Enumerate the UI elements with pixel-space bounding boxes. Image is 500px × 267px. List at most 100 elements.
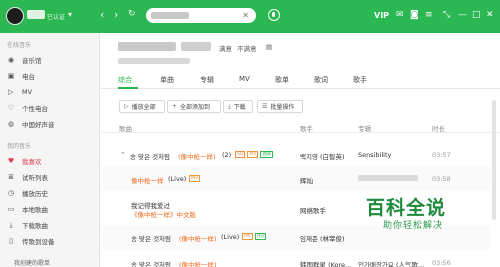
album-name[interactable]: Sensibility bbox=[358, 151, 391, 159]
close-icon[interactable]: ✕ bbox=[486, 10, 494, 20]
tab-albums[interactable]: 专辑 bbox=[200, 75, 214, 85]
active-tab-indicator bbox=[118, 87, 138, 89]
tab-overview[interactable]: 综合 bbox=[118, 75, 132, 85]
batch-operation-button[interactable]: ☰ 批量操作 bbox=[257, 100, 303, 113]
sidebar-item-label: 试听列表 bbox=[22, 173, 48, 182]
sidebar-item-mv[interactable]: ▷ MV bbox=[7, 86, 32, 97]
table-header: 歌曲 歌手 专辑 时长 bbox=[101, 119, 500, 133]
add-all-button[interactable]: + 全部添加到 bbox=[167, 100, 221, 113]
radio-icon: ▣ bbox=[7, 71, 15, 80]
voice-icon: ◍ bbox=[7, 119, 15, 128]
forward-icon[interactable]: › bbox=[114, 9, 118, 20]
result-tabs: 综合 单曲 专辑 MV 歌单 歌词 歌手 bbox=[101, 71, 500, 89]
clear-icon[interactable]: ✕ bbox=[242, 11, 249, 20]
play-all-button[interactable]: ▷ 播放全部 bbox=[119, 100, 165, 113]
verified-badge: 已认证 bbox=[47, 14, 66, 21]
song-subtitle: (像中枪一样) bbox=[178, 153, 216, 161]
singer-name[interactable]: 辉灿 bbox=[300, 175, 313, 185]
singer-name[interactable]: 韩国群星 (Kore... bbox=[300, 259, 351, 267]
avatar[interactable] bbox=[6, 7, 24, 25]
download-label: 下载 bbox=[233, 104, 246, 111]
watermark-subtitle: 助你轻松解决 bbox=[383, 221, 444, 231]
tab-singers[interactable]: 歌手 bbox=[353, 75, 367, 85]
mail-icon[interactable]: ✉ bbox=[396, 10, 404, 20]
minimize-icon[interactable]: — bbox=[458, 10, 467, 20]
song-tags: SQ MV 独家 bbox=[233, 150, 274, 158]
tab-mv[interactable]: MV bbox=[239, 75, 250, 83]
song-title[interactable]: 송 맞은 것처럼 bbox=[131, 233, 171, 243]
main-content: 满意 不满意 ▤ 综合 单曲 专辑 MV 歌单 歌词 歌手 ▷ 播放全部 + 全… bbox=[101, 33, 500, 267]
section-created-playlists[interactable]: 我创建的歌单 bbox=[14, 258, 50, 267]
tab-singles[interactable]: 单曲 bbox=[160, 75, 174, 85]
scrollbar[interactable] bbox=[492, 100, 496, 220]
feedback-icon[interactable]: ▤ bbox=[266, 43, 272, 51]
username-blurred[interactable] bbox=[27, 10, 45, 19]
sidebar-item-label: 音乐馆 bbox=[22, 56, 42, 65]
table-row[interactable]: 像中枪一样 (Live) MV 辉灿 03:58 bbox=[101, 167, 491, 191]
local-icon: ▭ bbox=[7, 204, 15, 213]
listen-recognition-icon[interactable] bbox=[268, 9, 280, 21]
sidebar-item-label: 个性电台 bbox=[22, 104, 48, 113]
plus-icon: + bbox=[172, 103, 178, 110]
refresh-icon[interactable]: ↻ bbox=[128, 9, 136, 20]
hq-tag: HQ bbox=[254, 232, 266, 240]
mini-mode-icon[interactable]: ⤡ bbox=[443, 10, 450, 20]
singer-name[interactable]: 网络歌手 bbox=[300, 205, 326, 215]
not-satisfied-link[interactable]: 不满意 bbox=[237, 43, 257, 53]
personal-radio-icon: ♡ bbox=[7, 103, 15, 112]
singer-name[interactable]: 백지영 (白智英) bbox=[300, 151, 345, 161]
query-subtitle-blurred bbox=[118, 58, 190, 64]
mv-tag[interactable]: MV bbox=[247, 150, 259, 158]
history-icon: ◷ bbox=[7, 188, 15, 197]
sidebar-item-personal-radio[interactable]: ♡ 个性电台 bbox=[7, 102, 48, 113]
sidebar-item-music-hall[interactable]: ◉ 音乐馆 bbox=[7, 54, 42, 65]
tab-playlists[interactable]: 歌单 bbox=[275, 75, 289, 85]
header-song: 歌曲 bbox=[119, 125, 132, 133]
mv-tag[interactable]: MV bbox=[189, 174, 200, 182]
sidebar-item-label: 本地歌曲 bbox=[22, 205, 48, 214]
sidebar-item-label: 电台 bbox=[22, 72, 35, 81]
chevron-down-icon[interactable]: ▾ bbox=[68, 10, 72, 19]
title-bar: 已认证 ▾ ‹ › ↻ ✕ VIP ✉ ◙ ≡ ⤡ — □ ✕ bbox=[0, 0, 500, 33]
add-all-label: 全部添加到 bbox=[180, 104, 211, 111]
sidebar-item-local[interactable]: ▭ 本地歌曲 bbox=[7, 203, 48, 214]
song-tags: MV bbox=[187, 174, 200, 182]
song-title[interactable]: 송 맞은 것처럼 bbox=[131, 259, 171, 267]
sidebar-item-radio[interactable]: ▣ 电台 bbox=[7, 70, 35, 81]
download-icon: ⤓ bbox=[228, 102, 231, 110]
song-count: (2) bbox=[222, 151, 232, 159]
singer-name[interactable]: 임재준 (林宰俊) bbox=[300, 233, 345, 243]
expand-icon[interactable]: ⌃ bbox=[120, 151, 126, 159]
play-icon: ▷ bbox=[124, 103, 129, 110]
duration: 03:58 bbox=[432, 175, 451, 183]
sidebar-item-download[interactable]: ⤓ 下载歌曲 bbox=[7, 219, 48, 230]
table-row[interactable]: 송 맞은 것처럼 (像中枪一样) 韩国群星 (Kore... 인가배장가요 (人… bbox=[101, 251, 491, 267]
sidebar-item-label: 中国好声音 bbox=[22, 120, 55, 129]
sidebar-item-history[interactable]: ◷ 播放历史 bbox=[7, 187, 48, 198]
song-title[interactable]: 像中枪一样 bbox=[131, 175, 164, 185]
batch-icon: ☰ bbox=[262, 103, 268, 110]
album-name-blurred[interactable] bbox=[358, 175, 418, 181]
song-title[interactable]: 송 맞은 것처럼 bbox=[130, 151, 170, 161]
sidebar-item-label: MV bbox=[22, 87, 33, 96]
vip-label[interactable]: VIP bbox=[374, 11, 389, 20]
download-icon: ⤓ bbox=[9, 220, 13, 229]
search-query-blurred bbox=[151, 12, 189, 19]
back-icon[interactable]: ‹ bbox=[100, 9, 104, 20]
album-name[interactable]: 인가배장가요 (人气歌... bbox=[358, 259, 424, 267]
sidebar-item-trial-list[interactable]: ≣ 试听列表 bbox=[7, 171, 48, 182]
skin-icon[interactable]: ◙ bbox=[410, 10, 419, 20]
download-button[interactable]: ⤓ 下载 bbox=[223, 100, 253, 113]
sidebar-item-voice[interactable]: ◍ 中国好声音 bbox=[7, 118, 55, 129]
table-row[interactable]: ⌃ 송 맞은 것처럼 (像中枪一样) (2) SQ MV 独家 백지영 (白智英) … bbox=[101, 143, 491, 167]
sidebar-item-device[interactable]: ▯ 传歌到设备 bbox=[7, 235, 54, 246]
satisfied-link[interactable]: 满意 bbox=[219, 43, 232, 53]
tab-lyrics[interactable]: 歌词 bbox=[314, 75, 328, 85]
menu-icon[interactable]: ≡ bbox=[425, 10, 433, 20]
mv-tag[interactable]: MV bbox=[242, 232, 253, 240]
song-subtitle: (像中枪一样) bbox=[179, 235, 217, 243]
search-input[interactable]: ✕ bbox=[146, 8, 256, 23]
duration: 03:57 bbox=[432, 151, 451, 159]
sidebar-item-favorites[interactable]: ♥ 我喜欢 bbox=[7, 155, 42, 166]
maximize-icon[interactable]: □ bbox=[472, 10, 481, 20]
